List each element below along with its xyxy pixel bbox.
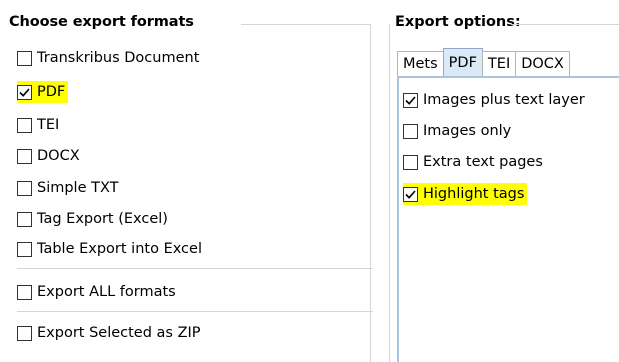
format-table-export-excel[interactable]: Table Export into Excel xyxy=(17,238,202,260)
option-label: Images plus text layer xyxy=(423,92,585,108)
options-tab-bar: Mets PDF TEI DOCX xyxy=(397,48,570,76)
option-label: Highlight tags xyxy=(423,186,525,202)
group-border-left xyxy=(389,24,390,362)
tab-docx[interactable]: DOCX xyxy=(515,51,570,76)
format-label: PDF xyxy=(37,84,66,100)
export-dialog: Choose export formats Transkribus Docume… xyxy=(0,0,619,362)
format-label: Simple TXT xyxy=(37,180,119,196)
checkbox[interactable] xyxy=(17,117,32,133)
separator xyxy=(17,311,373,312)
export-all-label: Export ALL formats xyxy=(37,284,176,300)
format-label: Table Export into Excel xyxy=(37,241,202,257)
format-label: DOCX xyxy=(37,148,80,164)
checkbox[interactable] xyxy=(17,84,32,100)
format-simple-txt[interactable]: Simple TXT xyxy=(17,177,119,199)
format-transkribus-document[interactable]: Transkribus Document xyxy=(17,47,199,69)
export-all-formats[interactable]: Export ALL formats xyxy=(17,281,176,303)
checkbox[interactable] xyxy=(17,241,32,257)
option-highlight-tags[interactable]: Highlight tags xyxy=(403,183,528,205)
format-label: Tag Export (Excel) xyxy=(37,211,168,227)
checkmark-icon xyxy=(19,87,30,97)
tab-pdf[interactable]: PDF xyxy=(442,48,483,76)
checkbox[interactable] xyxy=(17,325,32,341)
pdf-options-panel xyxy=(397,76,619,362)
export-options-title: Export options: xyxy=(395,14,521,30)
format-tei[interactable]: TEI xyxy=(17,114,59,136)
group-border-top xyxy=(241,24,371,25)
tab-mets[interactable]: Mets xyxy=(397,51,444,76)
checkbox[interactable] xyxy=(17,180,32,196)
format-label: Transkribus Document xyxy=(37,50,200,66)
format-pdf[interactable]: PDF xyxy=(17,81,69,103)
export-formats-title: Choose export formats xyxy=(9,14,194,30)
checkmark-icon xyxy=(405,189,416,199)
option-images-only[interactable]: Images only xyxy=(403,120,511,142)
format-docx[interactable]: DOCX xyxy=(17,145,80,167)
option-label: Images only xyxy=(423,123,512,139)
export-options-group: Export options: Mets PDF TEI DOCX Images… xyxy=(381,0,619,362)
checkbox[interactable] xyxy=(17,148,32,164)
checkmark-icon xyxy=(405,95,416,105)
separator xyxy=(17,268,373,269)
option-images-plus-text-layer[interactable]: Images plus text layer xyxy=(403,89,585,111)
export-formats-group: Choose export formats Transkribus Docume… xyxy=(9,0,376,362)
option-extra-text-pages[interactable]: Extra text pages xyxy=(403,151,543,173)
checkbox[interactable] xyxy=(403,92,418,108)
checkbox[interactable] xyxy=(17,50,32,66)
checkbox[interactable] xyxy=(403,186,418,202)
option-label: Extra text pages xyxy=(423,154,543,170)
export-selected-as-zip[interactable]: Export Selected as ZIP xyxy=(17,322,201,344)
checkbox[interactable] xyxy=(17,284,32,300)
export-zip-label: Export Selected as ZIP xyxy=(37,325,201,341)
group-border-top xyxy=(511,24,619,25)
format-label: TEI xyxy=(37,117,60,133)
checkbox[interactable] xyxy=(403,123,418,139)
checkbox[interactable] xyxy=(17,211,32,227)
format-tag-export-excel[interactable]: Tag Export (Excel) xyxy=(17,208,168,230)
checkbox[interactable] xyxy=(403,154,418,170)
tab-tei[interactable]: TEI xyxy=(481,51,517,76)
